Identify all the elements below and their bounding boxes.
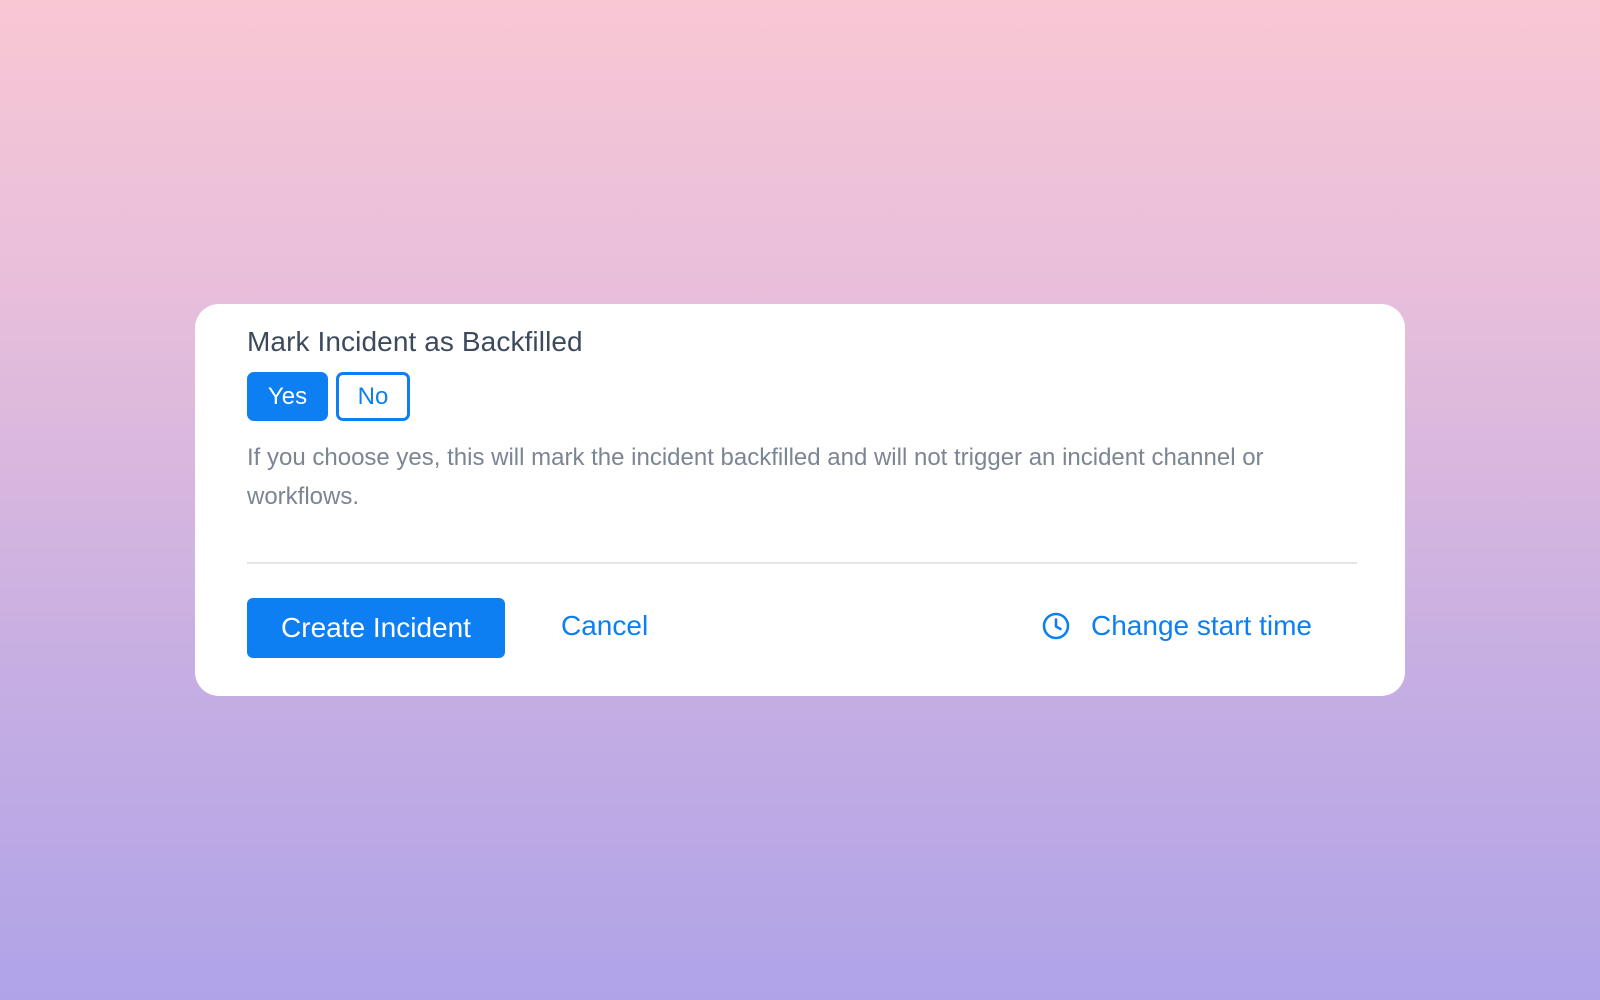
change-start-time-button[interactable]: Change start time xyxy=(1041,610,1312,642)
backfill-yes-button[interactable]: Yes xyxy=(247,372,328,421)
clock-icon xyxy=(1041,611,1071,641)
create-incident-button[interactable]: Create Incident xyxy=(247,598,505,658)
incident-dialog-card: Mark Incident as Backfilled Yes No If yo… xyxy=(195,304,1405,696)
backfill-toggle-group: Yes No xyxy=(247,372,410,421)
change-start-time-label: Change start time xyxy=(1091,610,1312,641)
cancel-button[interactable]: Cancel xyxy=(561,610,648,642)
divider xyxy=(247,562,1357,564)
backfill-description: If you choose yes, this will mark the in… xyxy=(247,444,1264,510)
backfill-no-button[interactable]: No xyxy=(336,372,410,421)
backfill-title: Mark Incident as Backfilled xyxy=(247,326,583,357)
